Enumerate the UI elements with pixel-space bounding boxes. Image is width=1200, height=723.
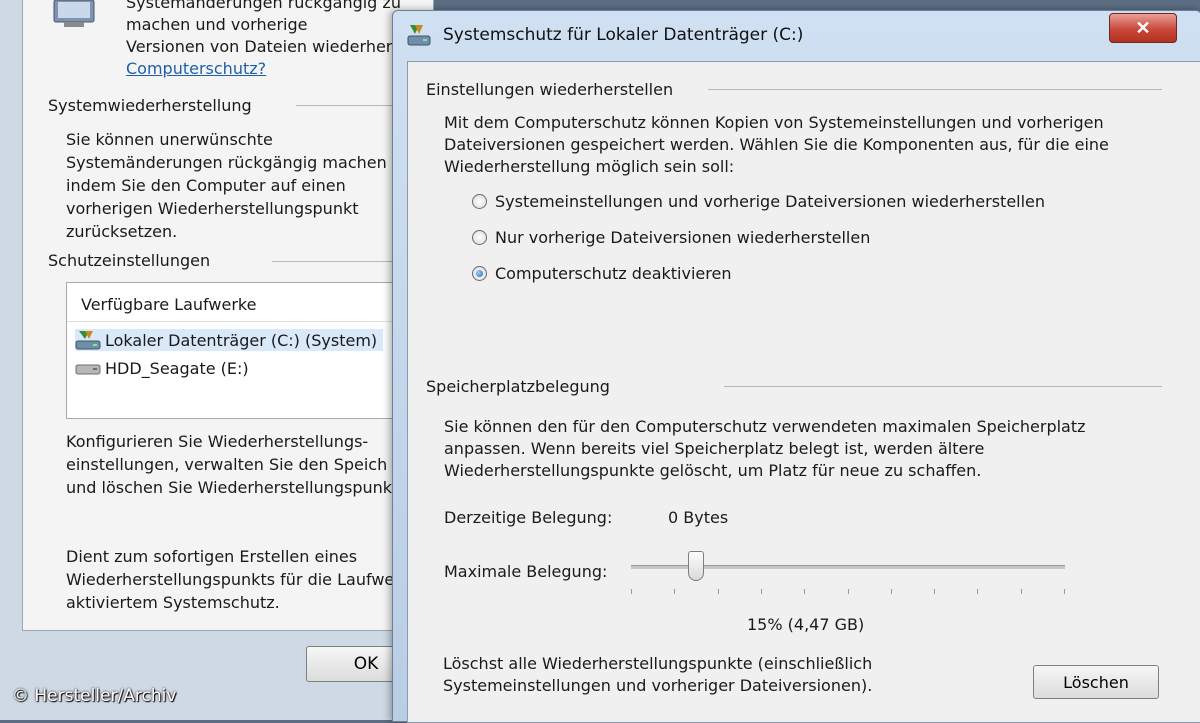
max-usage-label: Maximale Belegung: — [444, 562, 608, 581]
section-divider — [296, 105, 396, 106]
create-description: Dient zum sofortigen Erstellen eines Wie… — [66, 545, 396, 614]
system-protection-icon — [53, 0, 95, 27]
slider-tick — [674, 589, 675, 594]
radio-button-selected[interactable] — [472, 266, 487, 281]
slider-tick — [631, 589, 632, 594]
description-line: Konfigurieren Sie Wiederherstellungs- — [66, 432, 369, 451]
drive-label: Lokaler Datenträger (C:) (System) — [105, 330, 378, 350]
hard-drive-icon — [75, 364, 101, 374]
radio-restore-settings-and-files[interactable]: Systemeinstellungen und vorherige Dateiv… — [472, 192, 1045, 211]
drive-label: HDD_Seagate (E:) — [105, 359, 249, 378]
group-divider — [724, 386, 1162, 387]
radio-button[interactable] — [472, 230, 487, 245]
description-line: Wiederherstellungspunkts für die Laufwe — [66, 570, 395, 589]
max-usage-value: 15% (4,47 GB) — [747, 615, 865, 634]
description-line: indem Sie den Computer auf einen — [66, 176, 346, 195]
description-line: Wiederherstellung möglich sein soll: — [444, 157, 735, 176]
section-divider — [272, 261, 396, 262]
configure-description: Konfigurieren Sie Wiederherstellungs- ei… — [66, 430, 396, 499]
computer-protection-link[interactable]: Computerschutz? — [126, 58, 426, 80]
intro-line: Systemänderungen rückgängig zu machen un… — [126, 0, 401, 34]
intro-text: Systemänderungen rückgängig zu machen un… — [126, 0, 426, 80]
system-restore-description: Sie können unerwünschte Systemänderungen… — [66, 128, 396, 243]
system-restore-section-title: Systemwiederherstellung — [48, 96, 252, 115]
radio-label: Computerschutz deaktivieren — [495, 264, 732, 283]
radio-label: Systemeinstellungen und vorherige Dateiv… — [495, 192, 1046, 211]
description-line: Sie können den für den Computerschutz ve… — [444, 417, 1086, 436]
restore-settings-description: Mit dem Computerschutz können Kopien von… — [444, 112, 1144, 178]
description-line: Dateiversionen gespeichert werden. Wähle… — [444, 135, 1109, 154]
slider-thumb[interactable] — [688, 551, 705, 581]
description-line: zurücksetzen. — [66, 222, 178, 241]
drive-item-c[interactable]: Lokaler Datenträger (C:) (System) — [75, 329, 384, 351]
radio-label: Nur vorherige Dateiversionen wiederherst… — [495, 228, 871, 247]
description-line: Dient zum sofortigen Erstellen eines — [66, 547, 358, 566]
description-line: Wiederherstellungspunkte gelöscht, um Pl… — [444, 461, 982, 480]
dialog-title: Systemschutz für Lokaler Datenträger (C:… — [443, 25, 804, 45]
description-line: Mit dem Computerschutz können Kopien von… — [444, 113, 1104, 132]
radio-disable-protection[interactable]: Computerschutz deaktivieren — [472, 264, 731, 283]
restore-settings-group-title: Einstellungen wiederherstellen — [426, 80, 674, 99]
drives-column-header[interactable]: Verfügbare Laufwerke — [81, 295, 256, 314]
delete-button[interactable]: Löschen — [1033, 665, 1159, 699]
protection-settings-section-title: Schutzeinstellungen — [48, 251, 211, 270]
intro-line: Versionen von Dateien wiederher — [126, 37, 393, 56]
slider-tick — [718, 589, 719, 594]
drives-list[interactable]: Verfügbare Laufwerke Lokaler Datenträger… — [66, 282, 398, 419]
close-icon: ✕ — [1135, 18, 1151, 38]
header-divider — [67, 321, 397, 322]
current-usage-value: 0 Bytes — [668, 508, 729, 527]
slider-tick — [848, 589, 849, 594]
slider-tick — [977, 589, 978, 594]
slider-tick — [1021, 589, 1022, 594]
description-line: vorherigen Wiederherstellungspunkt — [66, 199, 359, 218]
slider-tick — [934, 589, 935, 594]
slider-tick — [1064, 589, 1065, 594]
description-line: und löschen Sie Wiederherstellungspunk — [66, 478, 393, 497]
disk-usage-description: Sie können den für den Computerschutz ve… — [444, 416, 1144, 482]
system-protection-icon — [407, 25, 431, 46]
system-properties-window: Systemänderungen rückgängig zu machen un… — [0, 0, 434, 720]
drive-item-e[interactable]: HDD_Seagate (E:) — [75, 359, 249, 378]
description-line: aktiviertem Systemschutz. — [66, 593, 280, 612]
current-usage-label: Derzeitige Belegung: — [444, 508, 613, 527]
copyright-watermark: © Hersteller/Archiv — [12, 686, 177, 706]
close-button[interactable]: ✕ — [1109, 13, 1177, 43]
slider-tick — [891, 589, 892, 594]
system-drive-icon — [75, 331, 101, 350]
slider-tick — [761, 589, 762, 594]
description-line: einstellungen, verwalten Sie den Speich — [66, 455, 388, 474]
description-line: anpassen. Wenn bereits viel Speicherplat… — [444, 439, 985, 458]
description-line: Systemänderungen rückgängig machen — [66, 153, 387, 172]
slider-tick — [804, 589, 805, 594]
system-protection-dialog: Systemschutz für Lokaler Datenträger (C:… — [392, 10, 1200, 723]
radio-button[interactable] — [472, 194, 487, 209]
max-usage-slider[interactable] — [631, 551, 1065, 611]
description-line: Sie können unerwünschte — [66, 130, 273, 149]
disk-usage-group-title: Speicherplatzbelegung — [426, 377, 610, 396]
radio-restore-files-only[interactable]: Nur vorherige Dateiversionen wiederherst… — [472, 228, 870, 247]
group-divider — [708, 89, 1162, 90]
